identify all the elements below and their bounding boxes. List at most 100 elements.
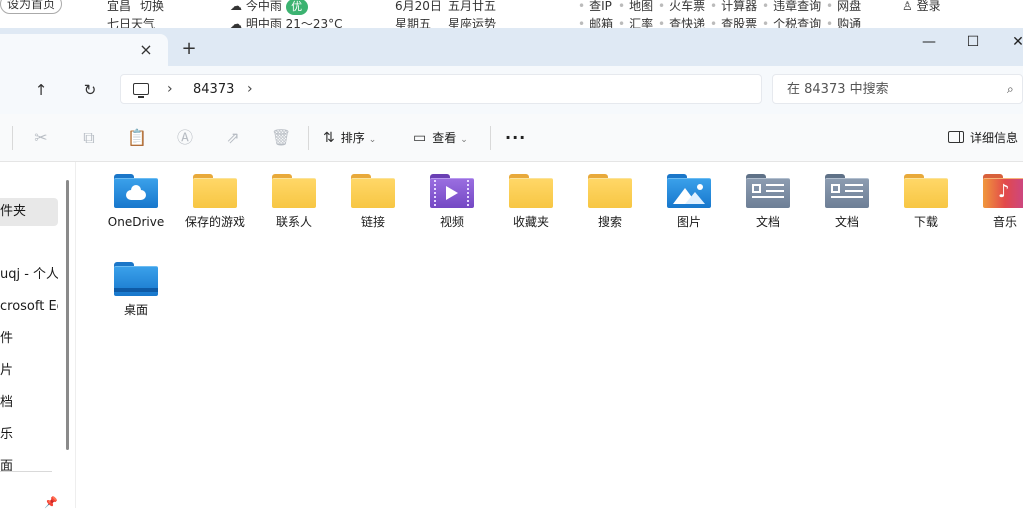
weekday-label: 星期五	[395, 17, 432, 28]
details-pane-button[interactable]: 详细信息	[948, 128, 1018, 148]
date-label: 6月20日	[395, 0, 442, 13]
weather-today: ☁ 今中雨 优	[230, 0, 308, 15]
search-box[interactable]: 在 84373 中搜索 ⌕	[772, 74, 1023, 104]
more-options-button[interactable]: ···	[505, 128, 526, 148]
minimize-button[interactable]: —	[914, 32, 944, 52]
folder-icon	[272, 174, 316, 208]
folder-icon	[509, 174, 553, 208]
breadcrumb-folder[interactable]: 84373	[193, 82, 234, 98]
file-item-documents[interactable]: 文档	[729, 174, 807, 230]
videos-folder-icon	[430, 174, 474, 208]
chevron-right-icon[interactable]: ›	[167, 81, 173, 97]
sidebar-item[interactable]: 件	[0, 325, 58, 353]
share-icon[interactable]: ⇗	[223, 128, 243, 148]
close-tab-icon[interactable]: ×	[138, 42, 154, 58]
folder-icon	[193, 174, 237, 208]
sidebar-item[interactable]: 档	[0, 389, 58, 417]
onedrive-folder-icon	[114, 174, 158, 208]
quick-link[interactable]: • 火车票	[658, 0, 705, 13]
pictures-folder-icon	[667, 174, 711, 208]
sidebar-item[interactable]: 面	[0, 453, 58, 481]
file-item-contacts[interactable]: 联系人	[255, 174, 333, 230]
quick-link[interactable]: • 购通	[826, 17, 861, 28]
up-icon[interactable]: ↑	[29, 78, 53, 102]
new-tab-icon[interactable]: +	[180, 40, 198, 58]
set-homepage-button[interactable]: 设为首页	[0, 0, 62, 14]
paste-icon[interactable]: 📋	[127, 128, 147, 148]
file-item-favorites[interactable]: 收藏夹	[492, 174, 570, 230]
horoscope-link[interactable]: 星座运势	[448, 17, 496, 28]
file-item-onedrive[interactable]: OneDrive	[97, 174, 175, 230]
user-icon: ♙	[902, 0, 913, 13]
file-item-searches[interactable]: 搜索	[571, 174, 649, 230]
address-bar[interactable]: › 84373 ›	[120, 74, 762, 104]
cut-icon[interactable]: ✂	[31, 128, 51, 148]
command-bar: ✂ ⧉ 📋 Ⓐ ⇗ 🗑 ⇅ 排序 ⌄ ▭ 查看 ⌄ ··· 详细信息	[0, 114, 1023, 162]
sidebar-item[interactable]: crosoft Ed	[0, 293, 58, 321]
view-icon: ▭	[413, 130, 427, 146]
quick-link[interactable]: • 查快递	[658, 17, 705, 28]
quick-link[interactable]: • 地图	[618, 0, 653, 13]
quick-link[interactable]: • 违章查询	[762, 0, 821, 13]
folder-icon	[588, 174, 632, 208]
file-item-music[interactable]: ♪ 音乐	[966, 174, 1023, 230]
desktop-folder-icon	[114, 262, 158, 296]
file-item-documents[interactable]: 文档	[808, 174, 886, 230]
documents-folder-icon	[746, 174, 790, 208]
search-icon[interactable]: ⌕	[1007, 82, 1014, 97]
toolbar-divider	[490, 126, 491, 150]
sidebar-divider	[0, 471, 52, 472]
switch-city-link[interactable]: 切换	[140, 0, 164, 13]
file-explorer-window: × + — ☐ ✕ ↑ ↻ › 84373 › 在 84373 中搜索 ⌕ ✂ …	[0, 28, 1023, 509]
aqi-badge: 优	[285, 0, 308, 15]
login-link[interactable]: ♙ 登录	[902, 0, 941, 13]
chevron-right-icon[interactable]: ›	[247, 81, 253, 97]
sort-button[interactable]: ⇅ 排序 ⌄	[323, 128, 376, 148]
sidebar-item[interactable]: uqj - 个人	[0, 261, 58, 289]
file-item-links[interactable]: 链接	[334, 174, 412, 230]
quick-link[interactable]: • 邮箱	[578, 17, 613, 28]
navigation-pane: 件夹 uqj - 个人 crosoft Ed 件 片 档 乐 面 📌	[0, 162, 76, 509]
folder-icon	[904, 174, 948, 208]
file-item-saved-games[interactable]: 保存的游戏	[176, 174, 254, 230]
file-item-desktop[interactable]: 桌面	[97, 262, 175, 318]
pin-icon[interactable]: 📌	[44, 496, 58, 509]
sidebar-scrollbar[interactable]	[66, 180, 69, 450]
folder-icon	[351, 174, 395, 208]
close-window-button[interactable]: ✕	[1003, 32, 1023, 52]
rename-icon[interactable]: Ⓐ	[175, 128, 195, 148]
maximize-button[interactable]: ☐	[958, 32, 988, 52]
sort-icon: ⇅	[323, 130, 335, 146]
quick-link[interactable]: • 个税查询	[762, 17, 821, 28]
refresh-icon[interactable]: ↻	[78, 78, 102, 102]
toolbar-divider	[12, 126, 13, 150]
sidebar-item[interactable]: 片	[0, 357, 58, 385]
file-item-downloads[interactable]: 下载	[887, 174, 965, 230]
delete-icon[interactable]: 🗑	[271, 128, 291, 148]
quick-link[interactable]: • 汇率	[618, 17, 653, 28]
copy-icon[interactable]: ⧉	[79, 128, 99, 148]
view-button[interactable]: ▭ 查看 ⌄	[413, 128, 468, 148]
file-item-pictures[interactable]: 图片	[650, 174, 728, 230]
address-bar-row: ↑ ↻ › 84373 › 在 84373 中搜索 ⌕	[0, 66, 1023, 114]
weather-tomorrow: ☁ 明中雨 21～23°C	[230, 17, 343, 28]
tab-current[interactable]: ×	[0, 34, 168, 66]
sidebar-item[interactable]: 乐	[0, 421, 58, 449]
music-folder-icon: ♪	[983, 174, 1023, 208]
computer-icon	[133, 83, 149, 98]
file-item-videos[interactable]: 视频	[413, 174, 491, 230]
details-pane-icon	[948, 131, 964, 143]
tab-bar: × + — ☐ ✕	[0, 28, 1023, 66]
city-label: 宜昌	[107, 0, 132, 13]
quick-link[interactable]: • 查股票	[710, 17, 757, 28]
quick-link[interactable]: • 查IP	[578, 0, 612, 13]
quick-link[interactable]: • 计算器	[710, 0, 757, 13]
quick-link[interactable]: • 网盘	[826, 0, 861, 13]
toolbar-divider	[308, 126, 309, 150]
chevron-down-icon: ⌄	[368, 135, 377, 145]
chevron-down-icon: ⌄	[460, 135, 468, 145]
seven-day-weather-link[interactable]: 七日天气	[107, 17, 155, 28]
file-list: OneDrive 保存的游戏 联系人 链接 视频 收藏夹 搜索 图片 文档 文档…	[77, 162, 1023, 508]
sidebar-item[interactable]: 件夹	[0, 198, 58, 226]
documents-folder-icon	[825, 174, 869, 208]
